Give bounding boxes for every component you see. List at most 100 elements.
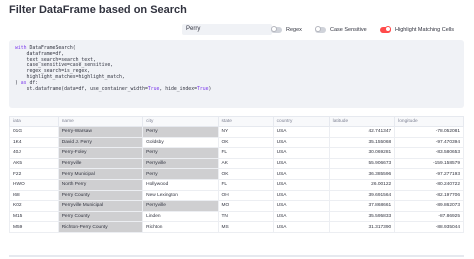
table-cell-iata[interactable]: AK5 (9, 157, 59, 170)
table-cell-longitude[interactable]: -89.862073 (394, 200, 464, 212)
table-cell-country[interactable]: USA (272, 136, 330, 149)
table-cell-city[interactable]: Perry (142, 168, 219, 180)
table-cell-longitude[interactable]: -83.580653 (394, 147, 464, 159)
column-header-name[interactable]: name (57, 116, 144, 127)
table-row[interactable]: 1K4 David J. Perry Goldsby OK USA 35.155068 -9… (9, 136, 464, 149)
toggle-knob (270, 26, 277, 32)
table-cell-city[interactable]: Perry (142, 147, 219, 159)
table-cell-latitude[interactable]: 30.069281 (328, 147, 396, 159)
table-cell-state[interactable]: MO (217, 200, 274, 212)
table-cell-country[interactable]: USA (272, 168, 330, 180)
case-sensitive-toggle[interactable]: Case Sensitive (314, 25, 367, 34)
table-cell-city[interactable]: New Lexington (142, 189, 219, 202)
table-cell-country[interactable]: USA (272, 126, 330, 138)
table-cell-country[interactable]: USA (272, 157, 330, 170)
toggle-switch[interactable] (270, 26, 282, 33)
column-header-iata[interactable]: iata (9, 116, 59, 127)
table-cell-state[interactable]: FL (217, 147, 274, 159)
table-cell-name[interactable]: Richton-Perry County (57, 221, 144, 233)
toggle-label: Highlight Matching Cells (395, 26, 454, 33)
table-cell-country[interactable]: USA (272, 147, 330, 159)
table-cell-iata[interactable]: M15 (9, 210, 59, 223)
table-cell-iata[interactable]: 40J (9, 147, 59, 159)
table-row[interactable]: AK5 Perryville Perryville AK USA 55.906673 -15… (9, 157, 464, 170)
table-cell-longitude[interactable]: -87.86925 (394, 210, 464, 223)
table-cell-iata[interactable]: F22 (9, 168, 59, 180)
table-cell-name[interactable]: Perry County (57, 210, 144, 223)
table-cell-latitude[interactable]: 26.00122 (328, 178, 396, 191)
toggle-switch[interactable] (380, 26, 391, 33)
table-cell-latitude[interactable]: 37.868661 (328, 200, 396, 212)
table-cell-longitude[interactable]: -80.240722 (394, 178, 464, 191)
table-cell-state[interactable]: OK (217, 136, 274, 149)
table-cell-city[interactable]: Hollywood (142, 178, 219, 191)
table-cell-state[interactable]: NY (217, 126, 274, 138)
table-row[interactable]: HWO North Perry Hollywood FL USA 26.00122 -80.… (9, 178, 464, 191)
dataframe-table[interactable]: iata name city state country latitude longitud… (9, 116, 464, 233)
table-cell-state[interactable]: FL (217, 178, 274, 191)
table-row[interactable]: I68 Perry County New Lexington OH USA 39.6915… (9, 189, 464, 202)
table-cell-longitude[interactable]: -78.052081 (394, 126, 464, 138)
table-cell-state[interactable]: TN (217, 210, 274, 223)
table-cell-latitude[interactable]: 39.691564 (328, 189, 396, 202)
table-cell-city[interactable]: Richton (142, 221, 219, 233)
table-cell-state[interactable]: AK (217, 157, 274, 170)
table-cell-iata[interactable]: HWO (9, 178, 59, 191)
table-cell-city[interactable]: Linden (142, 210, 219, 223)
column-header-state[interactable]: state (217, 116, 274, 127)
table-cell-longitude[interactable]: -159.158579 (394, 157, 464, 170)
table-cell-longitude[interactable]: -97.277193 (394, 168, 464, 180)
table-row[interactable]: M15 Perry County Linden TN USA 35.595833 -87.8… (9, 210, 464, 223)
table-cell-name[interactable]: Perry Municipal (57, 168, 144, 180)
table-cell-city[interactable]: Perryville (142, 157, 219, 170)
column-header-country[interactable]: country (272, 116, 330, 127)
table-cell-country[interactable]: USA (272, 210, 330, 223)
highlight-matching-cells-toggle[interactable]: Highlight Matching Cells (380, 25, 454, 34)
toggle-label: Case Sensitive (330, 26, 367, 33)
table-cell-name[interactable]: Perry-Warsaw (57, 126, 144, 138)
table-cell-latitude[interactable]: 31.317390 (328, 221, 396, 233)
horizontal-scrollbar[interactable] (9, 255, 464, 257)
table-cell-country[interactable]: USA (272, 221, 330, 233)
table-cell-name[interactable]: Perry County (57, 189, 144, 202)
table-cell-latitude[interactable]: 55.906673 (328, 157, 396, 170)
table-cell-city[interactable]: Perry (142, 126, 219, 138)
table-cell-iata[interactable]: M59 (9, 221, 59, 233)
table-cell-latitude[interactable]: 35.595833 (328, 210, 396, 223)
column-header-longitude[interactable]: longitude (394, 116, 464, 127)
table-cell-name[interactable]: Perryville Municipal (57, 200, 144, 212)
table-cell-longitude[interactable]: -97.470394 (394, 136, 464, 149)
table-row[interactable]: 40J Perry-Foley Perry FL USA 30.069281 -83.580… (9, 147, 464, 159)
table-cell-iata[interactable]: K02 (9, 200, 59, 212)
table-cell-city[interactable]: Goldsby (142, 136, 219, 149)
table-cell-name[interactable]: Perryville (57, 157, 144, 170)
table-cell-iata[interactable]: I68 (9, 189, 59, 202)
page-title: Filter DataFrame based on Search (9, 4, 187, 16)
table-cell-iata[interactable]: 01G (9, 126, 59, 138)
table-cell-latitude[interactable]: 42.741347 (328, 126, 396, 138)
column-header-latitude[interactable]: latitude (328, 116, 396, 127)
table-cell-state[interactable]: OK (217, 168, 274, 180)
table-cell-name[interactable]: Perry-Foley (57, 147, 144, 159)
table-cell-name[interactable]: North Perry (57, 178, 144, 191)
table-cell-country[interactable]: USA (272, 178, 330, 191)
search-input[interactable]: Perry (182, 24, 272, 35)
table-cell-longitude[interactable]: -82.197706 (394, 189, 464, 202)
table-cell-city[interactable]: Perryville (142, 200, 219, 212)
regex-toggle[interactable]: Regex (270, 25, 302, 34)
column-header-city[interactable]: city (142, 116, 219, 127)
table-cell-country[interactable]: USA (272, 200, 330, 212)
table-cell-latitude[interactable]: 35.155068 (328, 136, 396, 149)
table-row[interactable]: F22 Perry Municipal Perry OK USA 36.385596 -97… (9, 168, 464, 180)
table-cell-longitude[interactable]: -88.935044 (394, 221, 464, 233)
table-cell-latitude[interactable]: 36.385596 (328, 168, 396, 180)
table-cell-country[interactable]: USA (272, 189, 330, 202)
table-row[interactable]: M59 Richton-Perry County Richton MS USA 31.31… (9, 221, 464, 233)
table-cell-name[interactable]: David J. Perry (57, 136, 144, 149)
table-cell-state[interactable]: MS (217, 221, 274, 233)
table-row[interactable]: 01G Perry-Warsaw Perry NY USA 42.741347 -78.05… (9, 126, 464, 138)
table-cell-iata[interactable]: 1K4 (9, 136, 59, 149)
table-cell-state[interactable]: OH (217, 189, 274, 202)
toggle-switch[interactable] (314, 26, 326, 33)
table-row[interactable]: K02 Perryville Municipal Perryville MO USA 37… (9, 200, 464, 212)
